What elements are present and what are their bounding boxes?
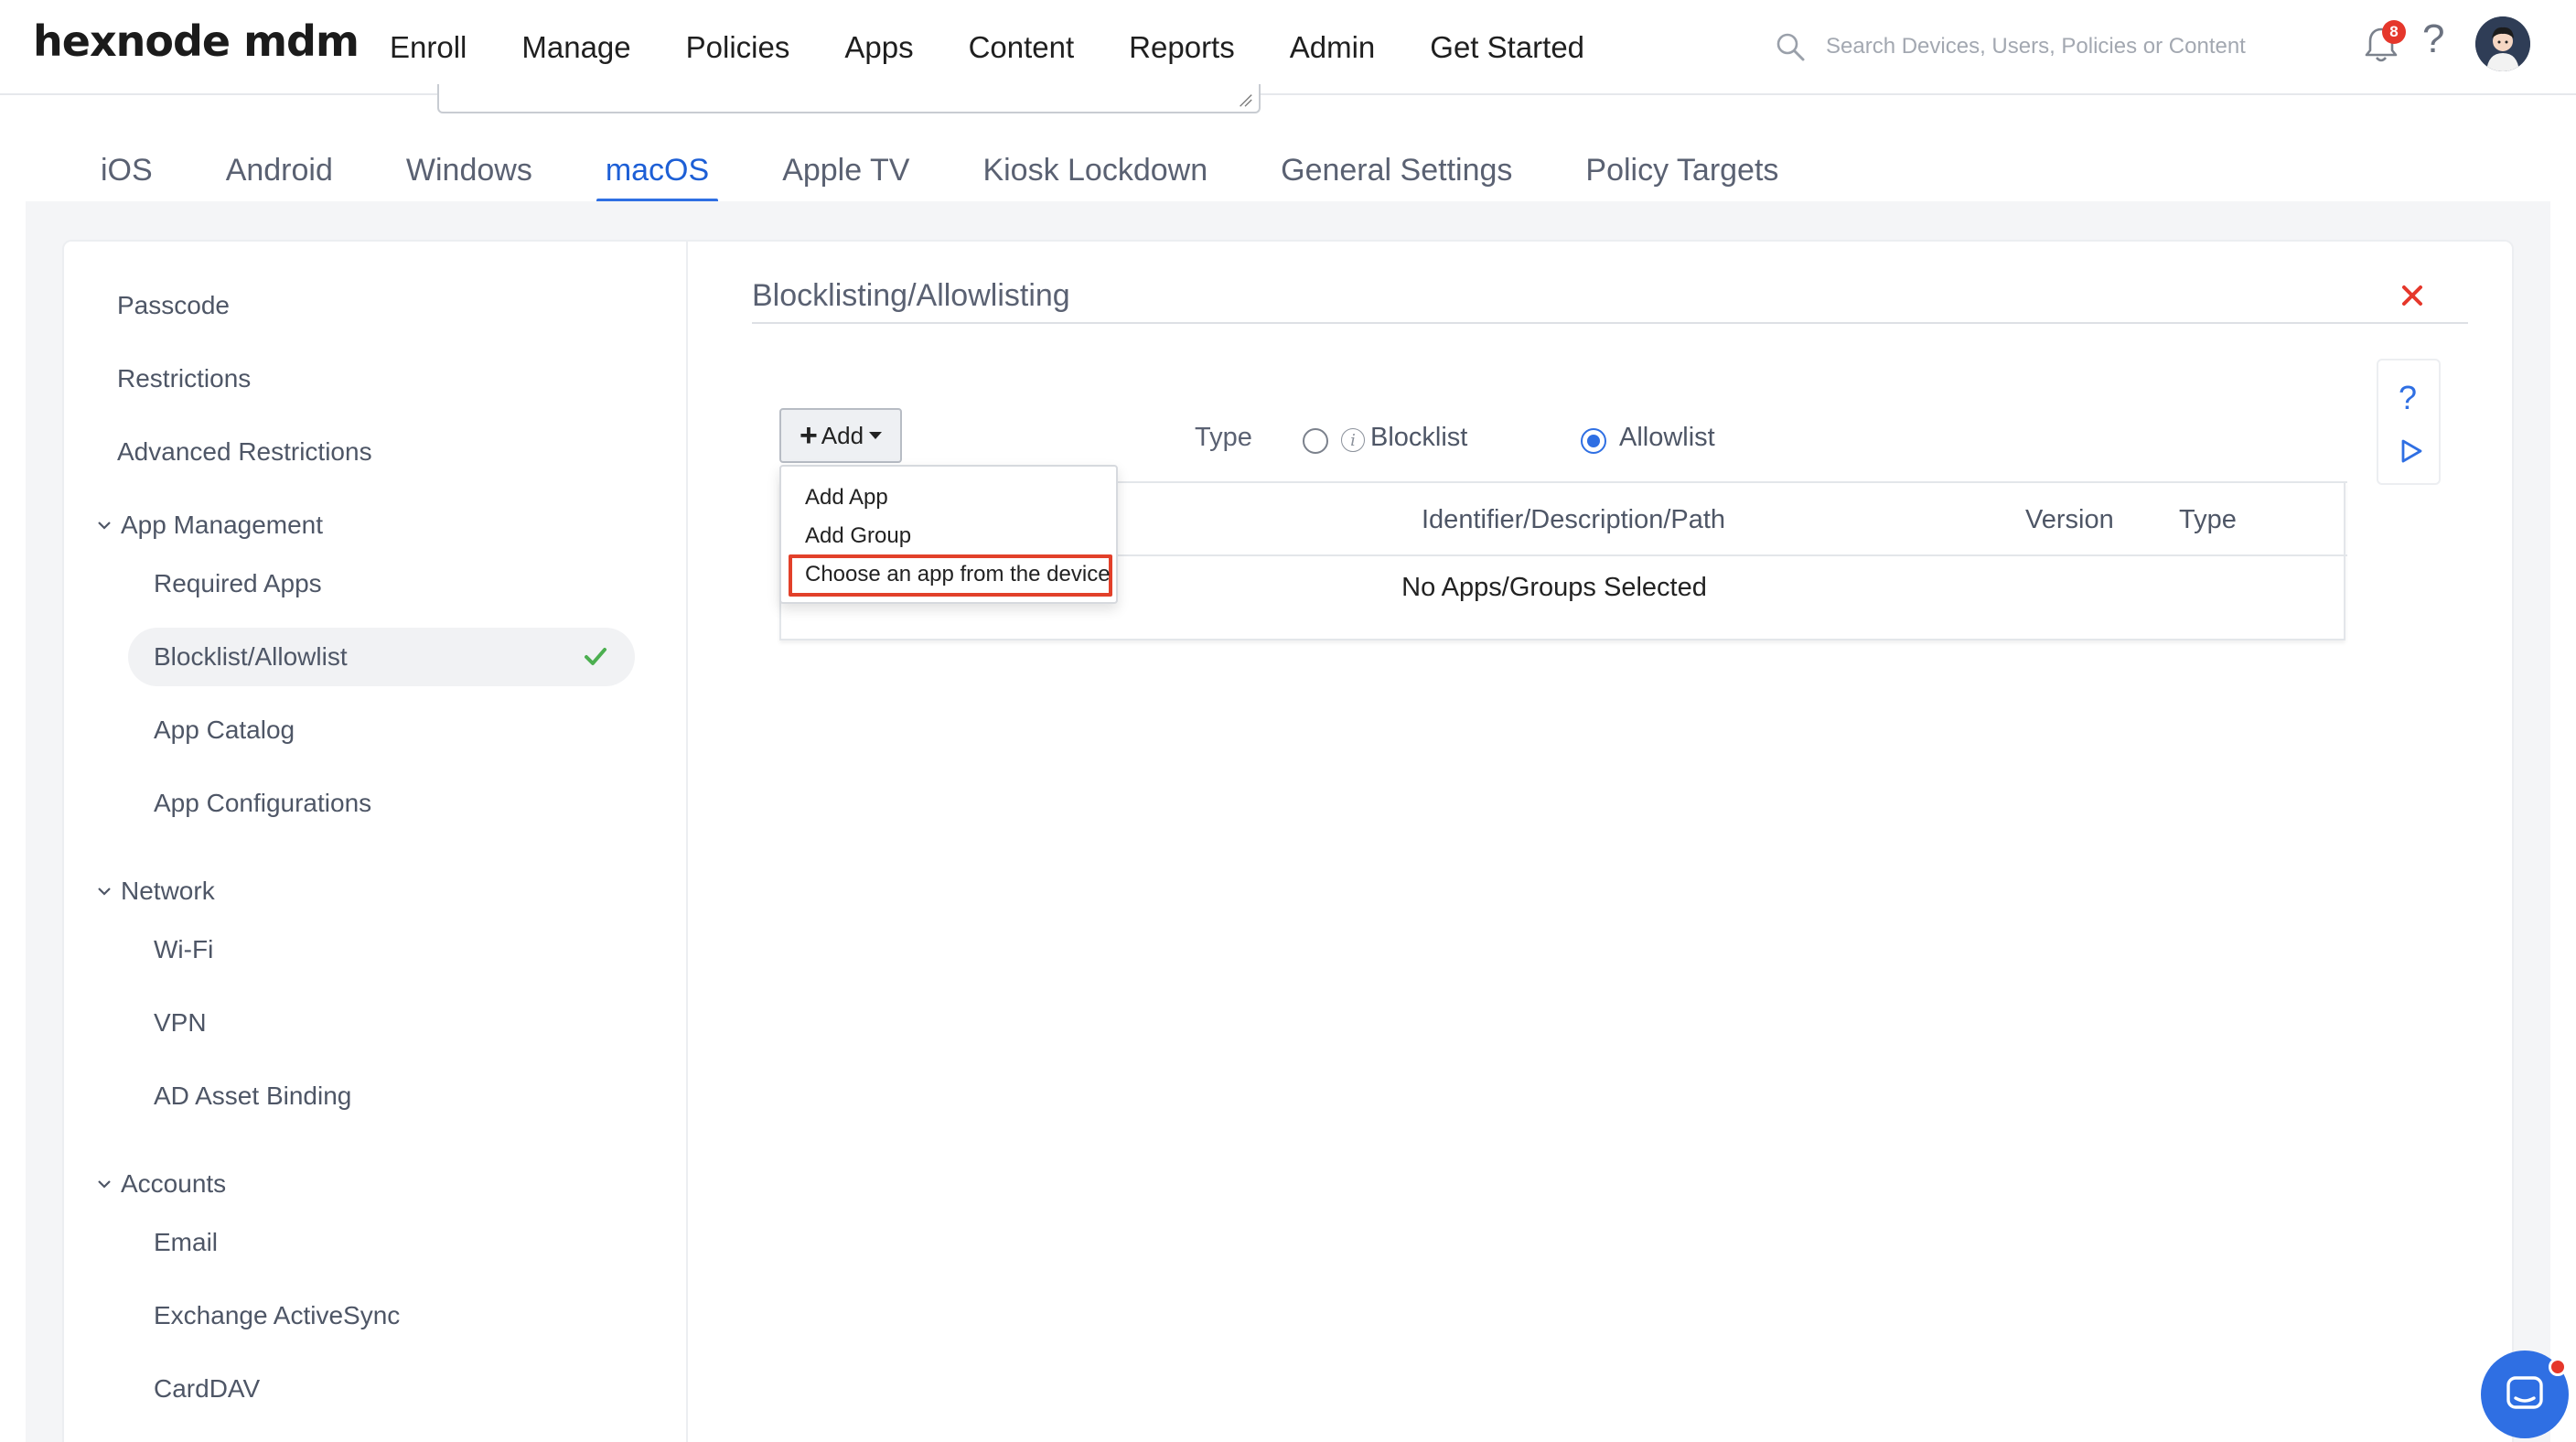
global-search [1775,24,2287,70]
add-button[interactable]: + Add [779,408,902,463]
chat-icon [2506,1376,2543,1409]
sidebar-item-blocklist-allowlist[interactable]: Blocklist/Allowlist [154,642,348,672]
sidebar-item-passcode[interactable]: Passcode [117,291,230,320]
chat-unread-dot [2549,1358,2567,1376]
resize-handle-icon[interactable] [1237,91,1253,108]
plus-icon: + [799,418,818,453]
search-input[interactable] [1826,34,2265,59]
panel-divider [752,322,2468,324]
allowlist-radio[interactable] [1581,428,1606,454]
sidebar-group-accounts[interactable]: Accounts [95,1169,226,1199]
info-icon[interactable]: i [1341,428,1365,452]
sidebar-group-app-management[interactable]: App Management [95,511,323,540]
sidebar-item-email[interactable]: Email [154,1228,218,1257]
main-nav: Enroll Manage Policies Apps Content Repo… [362,0,1612,97]
sidebar-item-exchange-activesync[interactable]: Exchange ActiveSync [154,1301,400,1330]
user-avatar-graphic [2475,16,2530,71]
sidebar-item-ad-asset-binding[interactable]: AD Asset Binding [154,1082,351,1111]
play-video-icon[interactable] [2397,437,2424,465]
sidebar-item-required-apps[interactable]: Required Apps [154,569,322,598]
tab-apple-tv[interactable]: Apple TV [746,137,946,203]
nav-get-started[interactable]: Get Started [1402,0,1612,95]
type-label: Type [1195,423,1252,452]
nav-admin[interactable]: Admin [1262,0,1403,95]
help-icon[interactable]: ? [2399,379,2417,417]
tab-kiosk-lockdown[interactable]: Kiosk Lockdown [946,137,1244,203]
user-avatar[interactable] [2475,16,2530,71]
sidebar-group-label: App Management [121,511,324,539]
allowlist-label[interactable]: Allowlist [1619,423,1715,453]
menu-item-add-group[interactable]: Add Group [805,523,911,549]
sidebar-item-carddav[interactable]: CardDAV [154,1374,260,1404]
sidebar-item-advanced-restrictions[interactable]: Advanced Restrictions [117,437,372,467]
sidebar-item-app-configurations[interactable]: App Configurations [154,789,371,818]
sidebar-item-app-catalog[interactable]: App Catalog [154,716,295,745]
tab-windows[interactable]: Windows [370,137,569,203]
hexnode-logo[interactable]: hexnode mdm [33,16,360,66]
tab-general-settings[interactable]: General Settings [1244,137,1549,203]
sidebar-group-network[interactable]: Network [95,877,215,906]
search-icon[interactable] [1775,31,1806,62]
tab-macos[interactable]: macOS [569,137,746,203]
checkmark-icon [585,648,606,665]
nav-enroll[interactable]: Enroll [362,0,494,95]
add-dropdown-menu: Add App Add Group Choose an app from the… [779,465,1118,604]
policy-sidebar: Passcode Restrictions Advanced Restricti… [62,240,688,1442]
tab-ios[interactable]: iOS [64,137,189,203]
nav-manage[interactable]: Manage [494,0,658,95]
platform-tabs: iOS Android Windows macOS Apple TV Kiosk… [64,137,1815,203]
column-identifier[interactable]: Identifier/Description/Path [1422,505,1725,535]
column-type[interactable]: Type [2179,505,2237,535]
menu-item-add-app[interactable]: Add App [805,485,888,511]
blocklist-radio[interactable] [1303,428,1328,454]
close-icon[interactable] [2397,280,2428,311]
caret-down-icon [869,432,883,439]
chevron-down-icon [98,888,111,896]
chevron-down-icon [98,522,111,530]
chevron-down-icon [98,1180,111,1189]
sidebar-group-label: Network [121,877,215,905]
panel-side-tools: ? [2377,359,2441,485]
tab-policy-targets[interactable]: Policy Targets [1549,137,1815,203]
blocklist-label[interactable]: Blocklist [1370,423,1467,453]
help-icon[interactable]: ? [2422,16,2444,62]
sidebar-item-restrictions[interactable]: Restrictions [117,364,251,393]
top-navigation-bar: hexnode mdm Enroll Manage Policies Apps … [0,0,2576,97]
nav-reports[interactable]: Reports [1101,0,1262,95]
column-version[interactable]: Version [2025,505,2114,535]
sidebar-item-wifi[interactable]: Wi-Fi [154,935,213,964]
sidebar-item-vpn[interactable]: VPN [154,1008,207,1038]
nav-policies[interactable]: Policies [659,0,818,97]
tab-android[interactable]: Android [189,137,370,203]
nav-apps[interactable]: Apps [817,0,940,95]
description-textarea[interactable] [437,84,1261,113]
nav-content[interactable]: Content [941,0,1102,95]
notification-count-badge: 8 [2382,20,2406,44]
notifications-button[interactable]: 8 [2360,20,2406,66]
menu-item-choose-app-from-device[interactable]: Choose an app from the device [805,562,1111,587]
add-button-label: Add [821,421,864,449]
sidebar-group-label: Accounts [121,1169,227,1198]
panel-title: Blocklisting/Allowlisting [752,278,1070,313]
